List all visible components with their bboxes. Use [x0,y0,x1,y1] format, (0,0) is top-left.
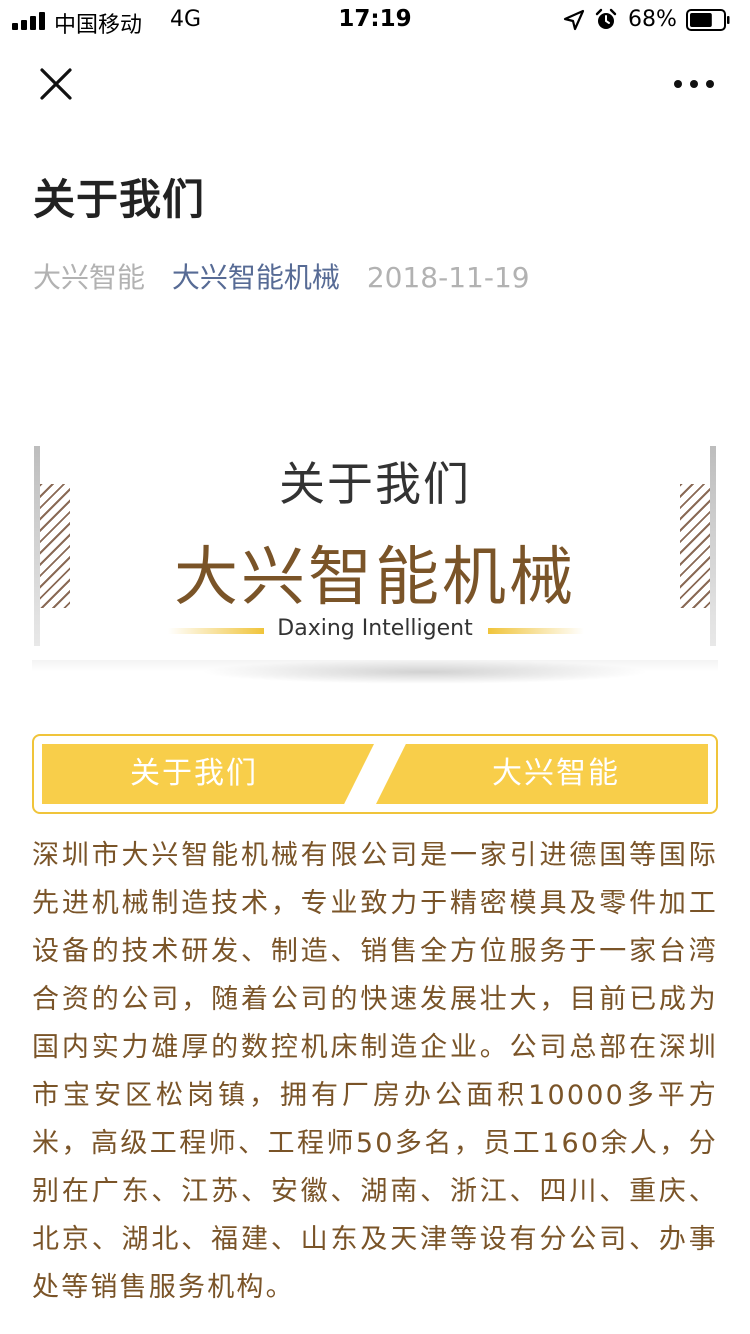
location-arrow-icon [563,9,585,31]
alarm-clock-icon [595,8,617,29]
tab-about-us[interactable]: 关于我们 [42,744,374,804]
banner-english-name: Daxing Intelligent [277,616,473,641]
banner-main-title: 大兴智能机械 [174,541,576,615]
close-icon[interactable] [28,58,84,110]
account-name-link[interactable]: 大兴智能机械 [172,256,340,296]
battery-icon [686,9,730,31]
banner-subtitle: 关于我们 [279,457,471,511]
article-author: 大兴智能 [33,261,146,294]
company-description: 深圳市大兴智能机械有限公司是一家引进德国等国际先进机械制造技术，专业致力于精密模… [32,840,718,1303]
status-bar: 中国移动 4G 17:19 68% [0,0,750,40]
tab-daxing[interactable]: 大兴智能 [376,744,708,804]
publish-date: 2018-11-19 [366,261,530,294]
article-meta: 大兴智能 大兴智能机械 2018-11-19 [33,256,548,296]
battery-percent: 68% [628,7,677,32]
article-title: 关于我们 [33,175,206,224]
nav-bar [0,40,750,128]
banner-shadow [200,660,650,684]
tab-label: 大兴智能 [492,756,620,791]
tab-label: 关于我们 [130,756,258,791]
more-dots-icon[interactable] [662,58,726,110]
